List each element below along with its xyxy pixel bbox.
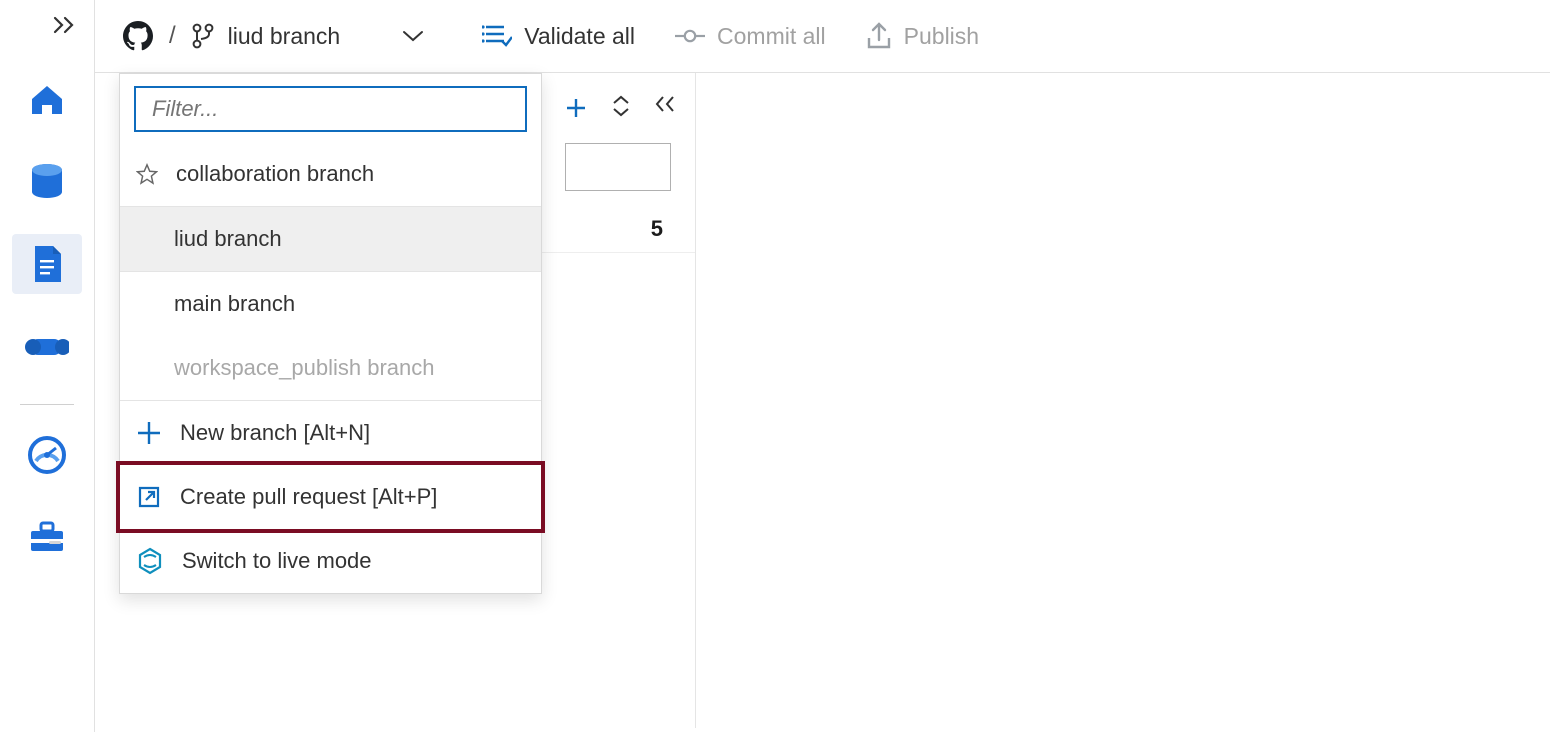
commit-icon bbox=[675, 27, 705, 45]
switch-live-mode-action[interactable]: Switch to live mode bbox=[120, 529, 541, 593]
synapse-icon bbox=[136, 547, 164, 575]
nav-integrate[interactable] bbox=[12, 316, 82, 376]
commit-all-button[interactable]: Commit all bbox=[675, 23, 826, 50]
resource-search-input[interactable] bbox=[565, 143, 671, 191]
commit-all-label: Commit all bbox=[717, 23, 826, 50]
branch-filter-input[interactable] bbox=[134, 86, 527, 132]
nav-manage[interactable] bbox=[12, 507, 82, 567]
validate-icon bbox=[482, 23, 512, 49]
nav-home[interactable] bbox=[12, 70, 82, 130]
switch-live-label: Switch to live mode bbox=[182, 548, 372, 574]
git-branch-icon bbox=[192, 23, 214, 49]
chevron-down-icon bbox=[402, 29, 424, 43]
star-outline-icon bbox=[136, 163, 158, 185]
create-pr-label: Create pull request [Alt+P] bbox=[180, 484, 437, 510]
nav-data[interactable] bbox=[12, 152, 82, 212]
validate-all-button[interactable]: Validate all bbox=[482, 23, 635, 50]
github-icon[interactable] bbox=[123, 21, 153, 51]
resource-count-row: 5 bbox=[541, 205, 695, 253]
branch-item-liud[interactable]: liud branch bbox=[120, 207, 541, 271]
collaboration-branch-label: collaboration branch bbox=[176, 161, 374, 187]
pipeline-icon bbox=[25, 331, 69, 361]
nav-develop[interactable] bbox=[12, 234, 82, 294]
toolbox-icon bbox=[27, 519, 67, 555]
branch-item-workspace-publish: workspace_publish branch bbox=[120, 336, 541, 400]
left-nav-rail bbox=[0, 0, 95, 732]
new-branch-action[interactable]: New branch [Alt+N] bbox=[120, 401, 541, 465]
resource-panel: 5 bbox=[541, 73, 696, 728]
branch-item-label: liud branch bbox=[174, 226, 282, 252]
branch-item-main[interactable]: main branch bbox=[120, 272, 541, 336]
current-branch-label: liud branch bbox=[228, 23, 341, 50]
nav-monitor[interactable] bbox=[12, 425, 82, 485]
home-icon bbox=[27, 80, 67, 120]
publish-icon bbox=[866, 22, 892, 50]
collaboration-branch-item[interactable]: collaboration branch bbox=[120, 142, 541, 206]
publish-label: Publish bbox=[904, 23, 979, 50]
plus-icon bbox=[136, 420, 162, 446]
branch-item-label: workspace_publish branch bbox=[174, 355, 435, 381]
create-pull-request-action[interactable]: Create pull request [Alt+P] bbox=[120, 465, 541, 529]
database-icon bbox=[29, 162, 65, 202]
plus-icon[interactable] bbox=[565, 97, 587, 119]
collapse-all-icon[interactable] bbox=[655, 95, 675, 122]
branch-item-label: main branch bbox=[174, 291, 295, 317]
publish-button[interactable]: Publish bbox=[866, 22, 979, 50]
panel-toolbar bbox=[541, 73, 695, 143]
branch-selector[interactable]: liud branch bbox=[192, 23, 425, 50]
validate-all-label: Validate all bbox=[524, 23, 635, 50]
gauge-icon bbox=[27, 435, 67, 475]
breadcrumb-separator: / bbox=[169, 22, 176, 50]
expand-all-icon[interactable] bbox=[611, 95, 631, 122]
document-icon bbox=[31, 244, 63, 284]
open-external-icon bbox=[136, 484, 162, 510]
new-branch-label: New branch [Alt+N] bbox=[180, 420, 370, 446]
top-toolbar: / liud branch Validate all bbox=[95, 0, 1550, 73]
expand-rail-icon[interactable] bbox=[52, 14, 76, 40]
rail-divider bbox=[20, 404, 74, 405]
branch-dropdown-panel: collaboration branch liud branch main br… bbox=[119, 73, 542, 594]
resource-count: 5 bbox=[651, 216, 663, 242]
